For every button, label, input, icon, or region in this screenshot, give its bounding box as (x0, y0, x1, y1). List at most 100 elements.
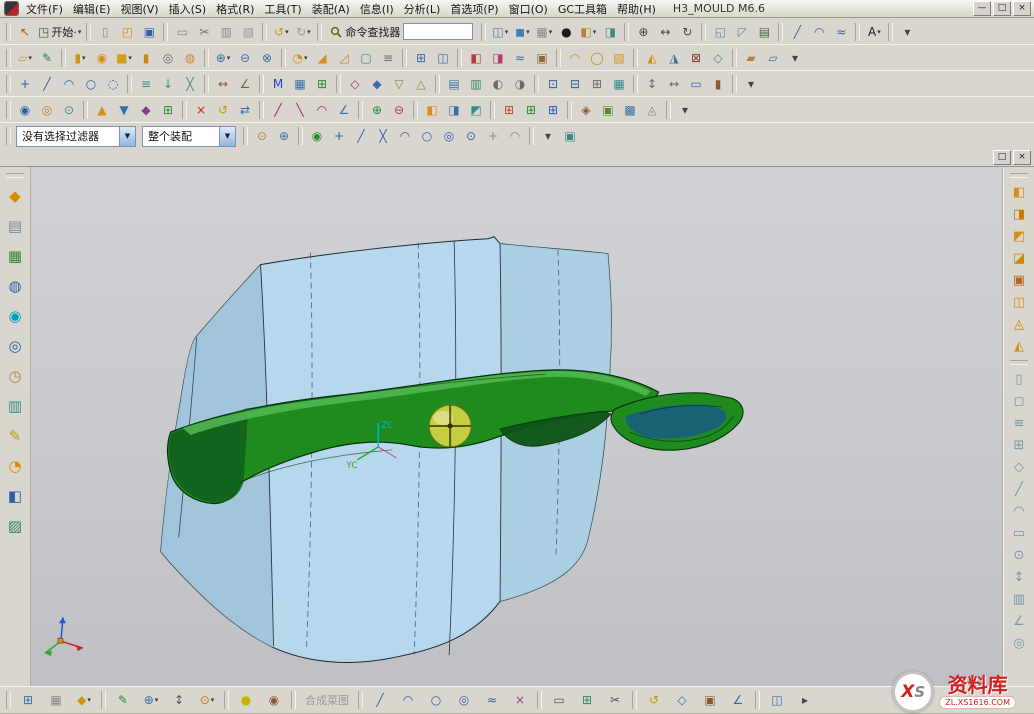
wave-linker-icon[interactable]: ◪ (1007, 248, 1031, 268)
toolbar-icon[interactable]: ▥ (1007, 589, 1031, 609)
toolbar-icon[interactable]: ╱ (1007, 479, 1031, 499)
thread-icon[interactable]: ≡ (378, 48, 398, 69)
rotate-view-icon[interactable]: ↻ (677, 21, 697, 42)
trim-body-icon[interactable]: ◧ (466, 48, 486, 69)
grid-toggle-icon[interactable]: ▣ (560, 126, 580, 147)
snap-quadrant-icon[interactable]: ⊙ (461, 126, 481, 147)
toolbar-icon[interactable]: ╲ (290, 100, 310, 121)
toolbar-icon[interactable]: ▽ (389, 74, 409, 95)
undo-icon[interactable]: ↺▾ (271, 21, 291, 42)
toolbar-icon[interactable]: ▭ (549, 690, 569, 711)
spreadsheet-icon[interactable]: ⊞ (312, 74, 332, 95)
toolbar-icon[interactable]: ▩ (620, 100, 640, 121)
exploded-view-icon[interactable]: ◬ (1007, 314, 1031, 334)
toolbar-icon[interactable]: ◇ (345, 74, 365, 95)
toolbar-icon[interactable]: ↕ (169, 690, 189, 711)
toolbar-icon[interactable]: ╱ (268, 100, 288, 121)
toolbar-icon[interactable]: ◩ (466, 100, 486, 121)
toolbar-icon[interactable]: ⊙ (1007, 545, 1031, 565)
offset-surface-icon[interactable]: ◭ (642, 48, 662, 69)
zoom-icon[interactable]: ⊕ (633, 21, 653, 42)
sequence-icon[interactable]: ◭ (1007, 336, 1031, 356)
chamfer-icon[interactable]: ◢ (312, 48, 332, 69)
command-finder-input[interactable] (403, 23, 473, 40)
ellipse-tool-icon[interactable]: ◎ (454, 690, 474, 711)
toolbar-icon[interactable]: ◎ (1007, 633, 1031, 653)
snap-center-icon[interactable]: ◎ (439, 126, 459, 147)
shaded-view-icon[interactable]: ◼▾ (512, 21, 532, 42)
menu-item[interactable]: 插入(S) (164, 0, 212, 18)
selection-filter-combo[interactable]: 没有选择过滤器 ▼ (16, 126, 136, 147)
line-curve-icon[interactable]: ╱ (37, 74, 57, 95)
section-cut-icon[interactable]: ◨ (1007, 204, 1031, 224)
toolbar-icon[interactable]: ▣ (598, 100, 618, 121)
toolbar-icon[interactable]: ◆▾ (74, 690, 94, 711)
ruled-surface-icon[interactable]: ▨ (609, 48, 629, 69)
ellipse-curve-icon[interactable]: ◌ (103, 74, 123, 95)
arc-curve-icon[interactable]: ◠ (59, 74, 79, 95)
viewport[interactable]: ZC YC (30, 166, 1004, 688)
more-curves-icon[interactable]: ▾ (741, 74, 761, 95)
sketch-edit-icon[interactable]: ✎ (113, 690, 133, 711)
toolbar-icon[interactable]: ∠ (1007, 611, 1031, 631)
toolbar-icon[interactable]: ⊖ (389, 100, 409, 121)
window-layout-icon[interactable]: ◫▾ (490, 21, 510, 42)
measure-body-icon[interactable]: ▯ (1007, 369, 1031, 389)
measure-angle-icon[interactable]: ∠ (235, 74, 255, 95)
grid-snap-icon[interactable]: ⊞ (18, 690, 38, 711)
circle-tool-icon[interactable]: ○ (426, 690, 446, 711)
sew-icon[interactable]: ≈ (510, 48, 530, 69)
unite-icon[interactable]: ⊕▾ (213, 48, 233, 69)
menu-item[interactable]: 窗口(O) (504, 0, 553, 18)
toolbar-icon[interactable]: ◆ (136, 100, 156, 121)
snap-point2-icon[interactable]: + (483, 126, 503, 147)
menu-item[interactable]: GC工具箱 (553, 0, 612, 18)
roles-icon[interactable]: ◔ (3, 455, 27, 477)
toolbar-icon[interactable]: ◠ (1007, 501, 1031, 521)
snap-arc-icon[interactable]: ◠ (395, 126, 415, 147)
assembly-navigator-icon[interactable]: ◆ (3, 185, 27, 207)
toolbar-icon[interactable]: ↺ (213, 100, 233, 121)
toolbar-icon[interactable]: ◇ (1007, 457, 1031, 477)
edge-blend-icon[interactable]: ◔▾ (290, 48, 310, 69)
project-curve-icon[interactable]: ↓ (158, 74, 178, 95)
expression-icon[interactable]: ▱ (763, 48, 783, 69)
toolbar-icon[interactable]: ◉ (15, 100, 35, 121)
angle-tool-icon[interactable]: ∠ (728, 690, 748, 711)
split-body-icon[interactable]: ◨ (488, 48, 508, 69)
restore-button[interactable]: □ (993, 1, 1011, 16)
toolbar-icon[interactable]: ▦ (46, 690, 66, 711)
front-view-icon[interactable]: ◱ (710, 21, 730, 42)
revolve-icon[interactable]: ◉ (92, 48, 112, 69)
toolbar-icon[interactable]: ⊟ (565, 74, 585, 95)
color-pattern-icon[interactable]: ⊞ (543, 100, 563, 121)
menu-item[interactable]: 信息(I) (355, 0, 399, 18)
spline-tool-icon[interactable]: ≈ (831, 21, 851, 42)
circle-curve-icon[interactable]: ○ (81, 74, 101, 95)
intersect-icon[interactable]: ⊗ (257, 48, 277, 69)
mold-wizard-icon[interactable]: M (268, 74, 288, 95)
edit-feature-icon[interactable]: ▰ (741, 48, 761, 69)
toolbar-icon[interactable]: ⊡ (543, 74, 563, 95)
close-button[interactable]: × (1013, 1, 1031, 16)
boss-icon[interactable]: ◍ (180, 48, 200, 69)
extrude-icon[interactable]: ▮▾ (70, 48, 90, 69)
menu-item[interactable]: 工具(T) (259, 0, 306, 18)
face-analysis-icon[interactable]: ◧ (1007, 182, 1031, 202)
shell-icon[interactable]: ▢ (356, 48, 376, 69)
toolbar-icon[interactable]: ≡ (1007, 413, 1031, 433)
black-sphere-icon[interactable]: ● (556, 21, 576, 42)
toolbar-icon[interactable]: ⊞ (587, 74, 607, 95)
sketch-icon[interactable]: ✎ (37, 48, 57, 69)
toolbar-icon[interactable]: ◨ (444, 100, 464, 121)
toolbar-icon[interactable]: ⊞ (1007, 435, 1031, 455)
spline-tool-icon[interactable]: ≈ (482, 690, 502, 711)
toolbar-icon[interactable]: ⊞ (577, 690, 597, 711)
toolbar-icon[interactable]: ◆ (367, 74, 387, 95)
print-icon[interactable]: ▭ (172, 21, 192, 42)
toolbar-icon[interactable]: ◑ (510, 74, 530, 95)
wireframe-view-icon[interactable]: ▦▾ (534, 21, 554, 42)
selection-scope-combo[interactable]: 整个装配 ▼ (142, 126, 236, 147)
wizard-pencil-icon[interactable]: ✎ (3, 425, 27, 447)
arc-tool-icon[interactable]: ◠ (398, 690, 418, 711)
